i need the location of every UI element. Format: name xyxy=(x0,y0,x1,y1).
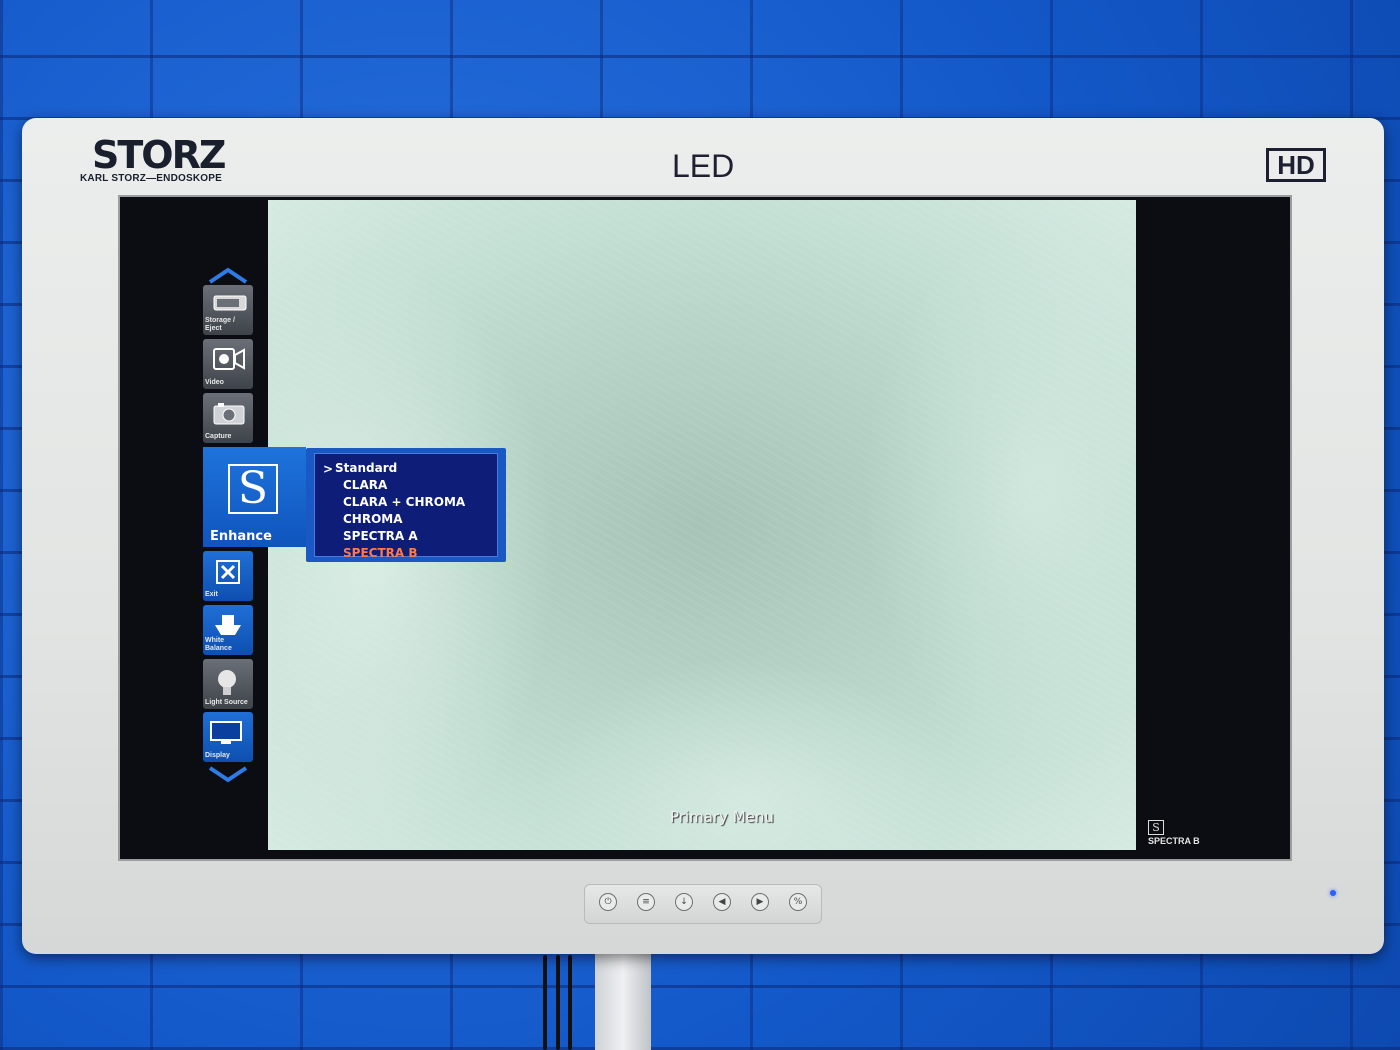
menu-cursor: > xyxy=(323,462,334,476)
storage-eject-label: Storage / Eject xyxy=(205,317,235,332)
camera-icon xyxy=(213,403,245,425)
option-spectra-b[interactable]: SPECTRA B xyxy=(343,546,417,560)
white-balance-button[interactable]: White Balance xyxy=(203,605,253,655)
exit-button[interactable]: Exit xyxy=(203,551,253,601)
scroll-down-arrow-icon[interactable] xyxy=(206,764,250,784)
display-monitor-icon xyxy=(210,721,242,744)
scroll-up-arrow-icon[interactable] xyxy=(206,266,250,286)
option-clara-chroma[interactable]: CLARA + CHROMA xyxy=(343,495,465,509)
enhance-label: Enhance xyxy=(210,529,272,544)
menu-button-icon[interactable]: ≡ xyxy=(637,893,655,911)
display-button[interactable]: Display xyxy=(203,712,253,762)
power-led-icon xyxy=(1330,890,1336,896)
storage-eject-button[interactable]: Storage / Eject xyxy=(203,285,253,335)
cable xyxy=(543,955,547,1050)
option-standard[interactable]: Standard xyxy=(335,461,397,475)
exit-label: Exit xyxy=(205,591,218,598)
white-balance-icon xyxy=(215,615,241,635)
white-balance-label: White Balance xyxy=(205,637,232,652)
capture-button[interactable]: Capture xyxy=(203,393,253,443)
option-clara[interactable]: CLARA xyxy=(343,478,387,492)
storage-eject-icon xyxy=(213,295,247,311)
scroll-down-button-icon[interactable]: ↓ xyxy=(675,893,693,911)
video-camera-icon xyxy=(213,348,245,370)
option-chroma[interactable]: CHROMA xyxy=(343,512,403,526)
primary-menu-title: Primary Menu xyxy=(670,808,774,826)
hd-badge: HD xyxy=(1266,148,1326,182)
video-label: Video xyxy=(205,379,224,386)
monitor-control-panel: ⏻ ≡ ↓ ◀ ▶ % xyxy=(584,884,822,924)
spectra-mode-s-icon: S xyxy=(1148,820,1164,835)
enhance-submenu: > Standard CLARA CLARA + CHROMA CHROMA S… xyxy=(306,448,506,562)
right-button-icon[interactable]: ▶ xyxy=(751,893,769,911)
enhance-s-icon: S xyxy=(228,464,278,514)
cable xyxy=(568,955,572,1050)
monitor-stand xyxy=(595,940,651,1050)
percent-button-icon[interactable]: % xyxy=(789,893,807,911)
light-source-button[interactable]: Light Source xyxy=(203,659,253,709)
enhance-mode-status: SPECTRA B xyxy=(1148,836,1200,846)
light-source-label: Light Source xyxy=(205,699,248,706)
cable xyxy=(556,955,560,1050)
storz-logo: STORZ xyxy=(92,133,226,177)
capture-label: Capture xyxy=(205,433,232,440)
video-button[interactable]: Video xyxy=(203,339,253,389)
input-button-icon[interactable]: ⏻ xyxy=(599,893,617,911)
brand-tagline: KARL STORZ—ENDOSKOPE xyxy=(80,173,222,184)
left-button-icon[interactable]: ◀ xyxy=(713,893,731,911)
enhance-button[interactable]: S Enhance xyxy=(203,447,306,547)
option-spectra-a[interactable]: SPECTRA A xyxy=(343,529,418,543)
exit-x-icon xyxy=(216,560,240,584)
led-label: LED xyxy=(672,148,735,184)
display-label: Display xyxy=(205,752,230,759)
light-source-icon xyxy=(218,670,236,695)
